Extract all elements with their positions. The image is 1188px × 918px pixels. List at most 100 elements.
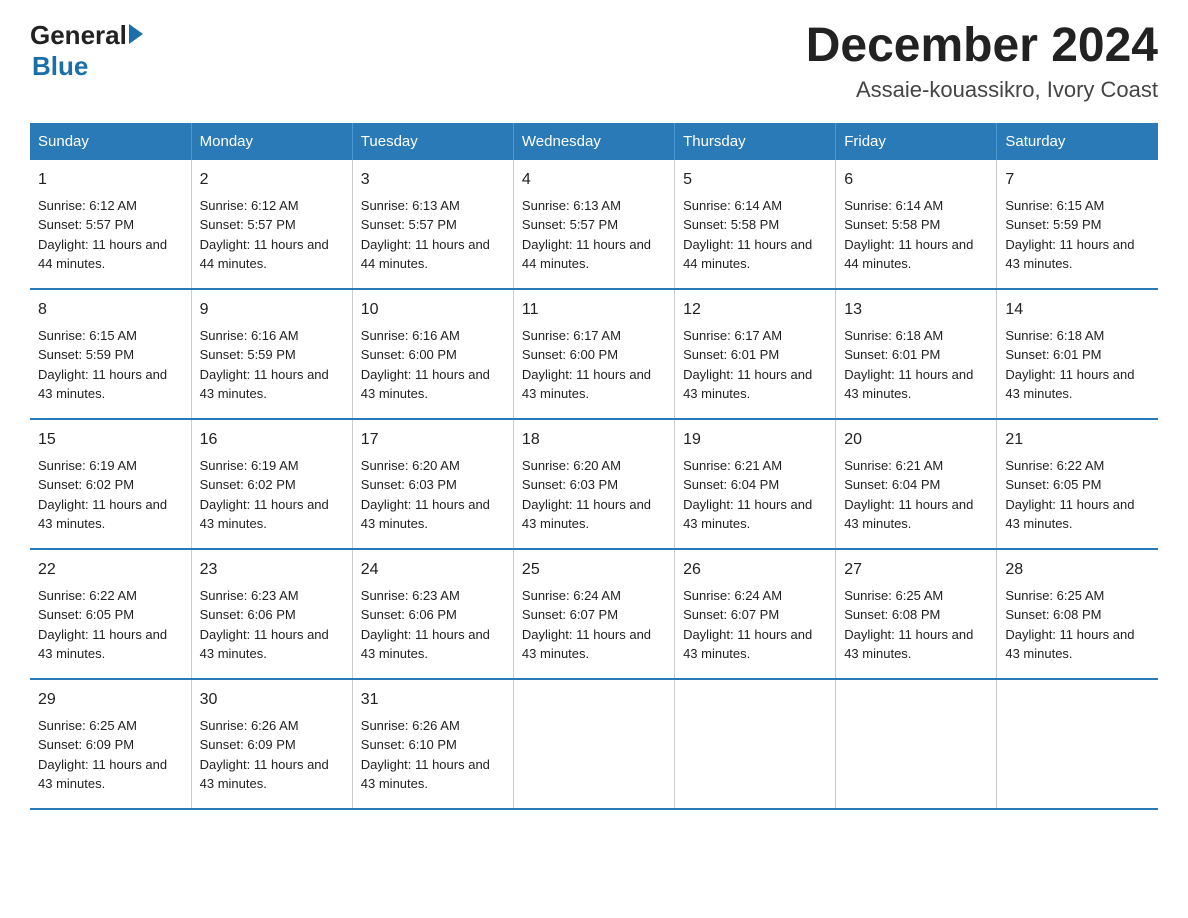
calendar-week-row: 8Sunrise: 6:15 AMSunset: 5:59 PMDaylight…: [30, 289, 1158, 419]
day-info: Sunrise: 6:21 AMSunset: 6:04 PMDaylight:…: [844, 456, 988, 534]
day-info: Sunrise: 6:25 AMSunset: 6:09 PMDaylight:…: [38, 716, 183, 794]
calendar-day-cell: 17 Sunrise: 6:20 AMSunset: 6:03 PMDayligh…: [352, 419, 513, 549]
calendar-day-cell: 29 Sunrise: 6:25 AMSunset: 6:09 PMDayligh…: [30, 679, 191, 809]
page-header: General Blue December 2024 Assaie-kouass…: [30, 20, 1158, 103]
day-number: 30: [200, 688, 344, 712]
calendar-day-cell: 13 Sunrise: 6:18 AMSunset: 6:01 PMDayligh…: [836, 289, 997, 419]
calendar-day-cell: 10 Sunrise: 6:16 AMSunset: 6:00 PMDayligh…: [352, 289, 513, 419]
day-number: 22: [38, 558, 183, 582]
weekday-header-cell: Saturday: [997, 123, 1158, 160]
calendar-day-cell: 23Sunrise: 6:23 AMSunset: 6:06 PMDayligh…: [191, 549, 352, 679]
calendar-day-cell: [513, 679, 674, 809]
day-number: 2: [200, 168, 344, 192]
day-number: 7: [1005, 168, 1150, 192]
day-info: Sunrise: 6:26 AMSunset: 6:10 PMDaylight:…: [361, 716, 505, 794]
day-info: Sunrise: 6:13 AMSunset: 5:57 PMDaylight:…: [361, 196, 505, 274]
calendar-day-cell: 4 Sunrise: 6:13 AMSunset: 5:57 PMDaylight…: [513, 160, 674, 289]
calendar-day-cell: 15Sunrise: 6:19 AMSunset: 6:02 PMDayligh…: [30, 419, 191, 549]
weekday-header-cell: Thursday: [675, 123, 836, 160]
day-number: 1: [38, 168, 183, 192]
day-number: 29: [38, 688, 183, 712]
calendar-day-cell: [675, 679, 836, 809]
day-info: Sunrise: 6:17 AMSunset: 6:00 PMDaylight:…: [522, 326, 666, 404]
day-number: 4: [522, 168, 666, 192]
day-info: Sunrise: 6:12 AMSunset: 5:57 PMDaylight:…: [38, 196, 183, 274]
day-number: 11: [522, 298, 666, 322]
day-number: 16: [200, 428, 344, 452]
calendar-day-cell: 20 Sunrise: 6:21 AMSunset: 6:04 PMDayligh…: [836, 419, 997, 549]
calendar-day-cell: 6 Sunrise: 6:14 AMSunset: 5:58 PMDaylight…: [836, 160, 997, 289]
day-number: 19: [683, 428, 827, 452]
calendar-day-cell: 25 Sunrise: 6:24 AMSunset: 6:07 PMDayligh…: [513, 549, 674, 679]
day-number: 18: [522, 428, 666, 452]
day-info: Sunrise: 6:19 AMSunset: 6:02 PMDaylight:…: [200, 456, 344, 534]
day-number: 27: [844, 558, 988, 582]
day-number: 6: [844, 168, 988, 192]
day-info: Sunrise: 6:21 AMSunset: 6:04 PMDaylight:…: [683, 456, 827, 534]
calendar-day-cell: 31 Sunrise: 6:26 AMSunset: 6:10 PMDayligh…: [352, 679, 513, 809]
day-info: Sunrise: 6:13 AMSunset: 5:57 PMDaylight:…: [522, 196, 666, 274]
day-number: 17: [361, 428, 505, 452]
calendar-day-cell: 11 Sunrise: 6:17 AMSunset: 6:00 PMDayligh…: [513, 289, 674, 419]
day-info: Sunrise: 6:14 AMSunset: 5:58 PMDaylight:…: [683, 196, 827, 274]
calendar-day-cell: 5 Sunrise: 6:14 AMSunset: 5:58 PMDaylight…: [675, 160, 836, 289]
day-number: 13: [844, 298, 988, 322]
day-number: 9: [200, 298, 344, 322]
calendar-week-row: 29 Sunrise: 6:25 AMSunset: 6:09 PMDayligh…: [30, 679, 1158, 809]
day-number: 5: [683, 168, 827, 192]
day-number: 25: [522, 558, 666, 582]
calendar-day-cell: 16 Sunrise: 6:19 AMSunset: 6:02 PMDayligh…: [191, 419, 352, 549]
weekday-header-cell: Wednesday: [513, 123, 674, 160]
day-info: Sunrise: 6:18 AMSunset: 6:01 PMDaylight:…: [1005, 326, 1150, 404]
calendar-day-cell: 19 Sunrise: 6:21 AMSunset: 6:04 PMDayligh…: [675, 419, 836, 549]
day-number: 12: [683, 298, 827, 322]
title-block: December 2024 Assaie-kouassikro, Ivory C…: [806, 20, 1158, 103]
day-info: Sunrise: 6:15 AMSunset: 5:59 PMDaylight:…: [1005, 196, 1150, 274]
logo-blue-text: Blue: [32, 51, 88, 81]
day-info: Sunrise: 6:24 AMSunset: 6:07 PMDaylight:…: [683, 586, 827, 664]
day-number: 10: [361, 298, 505, 322]
calendar-day-cell: 3Sunrise: 6:13 AMSunset: 5:57 PMDaylight…: [352, 160, 513, 289]
day-info: Sunrise: 6:24 AMSunset: 6:07 PMDaylight:…: [522, 586, 666, 664]
calendar-day-cell: 9 Sunrise: 6:16 AMSunset: 5:59 PMDaylight…: [191, 289, 352, 419]
day-number: 31: [361, 688, 505, 712]
day-number: 8: [38, 298, 183, 322]
calendar-day-cell: 1 Sunrise: 6:12 AMSunset: 5:57 PMDaylight…: [30, 160, 191, 289]
day-number: 21: [1005, 428, 1150, 452]
calendar-day-cell: 30Sunrise: 6:26 AMSunset: 6:09 PMDayligh…: [191, 679, 352, 809]
logo-general-text: General: [30, 20, 127, 51]
logo: General Blue: [30, 20, 143, 82]
day-number: 24: [361, 558, 505, 582]
calendar-day-cell: 26 Sunrise: 6:24 AMSunset: 6:07 PMDayligh…: [675, 549, 836, 679]
calendar-day-cell: 14 Sunrise: 6:18 AMSunset: 6:01 PMDayligh…: [997, 289, 1158, 419]
day-info: Sunrise: 6:20 AMSunset: 6:03 PMDaylight:…: [361, 456, 505, 534]
day-info: Sunrise: 6:20 AMSunset: 6:03 PMDaylight:…: [522, 456, 666, 534]
day-info: Sunrise: 6:23 AMSunset: 6:06 PMDaylight:…: [200, 586, 344, 664]
calendar-day-cell: 7 Sunrise: 6:15 AMSunset: 5:59 PMDaylight…: [997, 160, 1158, 289]
calendar-day-cell: 28Sunrise: 6:25 AMSunset: 6:08 PMDayligh…: [997, 549, 1158, 679]
calendar-day-cell: 24 Sunrise: 6:23 AMSunset: 6:06 PMDayligh…: [352, 549, 513, 679]
day-info: Sunrise: 6:23 AMSunset: 6:06 PMDaylight:…: [361, 586, 505, 664]
calendar-body: 1 Sunrise: 6:12 AMSunset: 5:57 PMDaylight…: [30, 160, 1158, 809]
day-info: Sunrise: 6:19 AMSunset: 6:02 PMDaylight:…: [38, 456, 183, 534]
day-number: 26: [683, 558, 827, 582]
calendar-title: December 2024: [806, 20, 1158, 73]
calendar-day-cell: [997, 679, 1158, 809]
day-number: 14: [1005, 298, 1150, 322]
calendar-day-cell: 2Sunrise: 6:12 AMSunset: 5:57 PMDaylight…: [191, 160, 352, 289]
calendar-table: SundayMondayTuesdayWednesdayThursdayFrid…: [30, 123, 1158, 810]
weekday-header-row: SundayMondayTuesdayWednesdayThursdayFrid…: [30, 123, 1158, 160]
day-info: Sunrise: 6:18 AMSunset: 6:01 PMDaylight:…: [844, 326, 988, 404]
day-info: Sunrise: 6:16 AMSunset: 5:59 PMDaylight:…: [200, 326, 344, 404]
calendar-subtitle: Assaie-kouassikro, Ivory Coast: [806, 77, 1158, 103]
day-info: Sunrise: 6:14 AMSunset: 5:58 PMDaylight:…: [844, 196, 988, 274]
day-info: Sunrise: 6:16 AMSunset: 6:00 PMDaylight:…: [361, 326, 505, 404]
calendar-day-cell: 21Sunrise: 6:22 AMSunset: 6:05 PMDayligh…: [997, 419, 1158, 549]
weekday-header-cell: Tuesday: [352, 123, 513, 160]
day-number: 20: [844, 428, 988, 452]
calendar-day-cell: 22Sunrise: 6:22 AMSunset: 6:05 PMDayligh…: [30, 549, 191, 679]
logo-arrow-icon: [129, 24, 143, 44]
calendar-day-cell: [836, 679, 997, 809]
calendar-week-row: 1 Sunrise: 6:12 AMSunset: 5:57 PMDaylight…: [30, 160, 1158, 289]
day-info: Sunrise: 6:25 AMSunset: 6:08 PMDaylight:…: [844, 586, 988, 664]
